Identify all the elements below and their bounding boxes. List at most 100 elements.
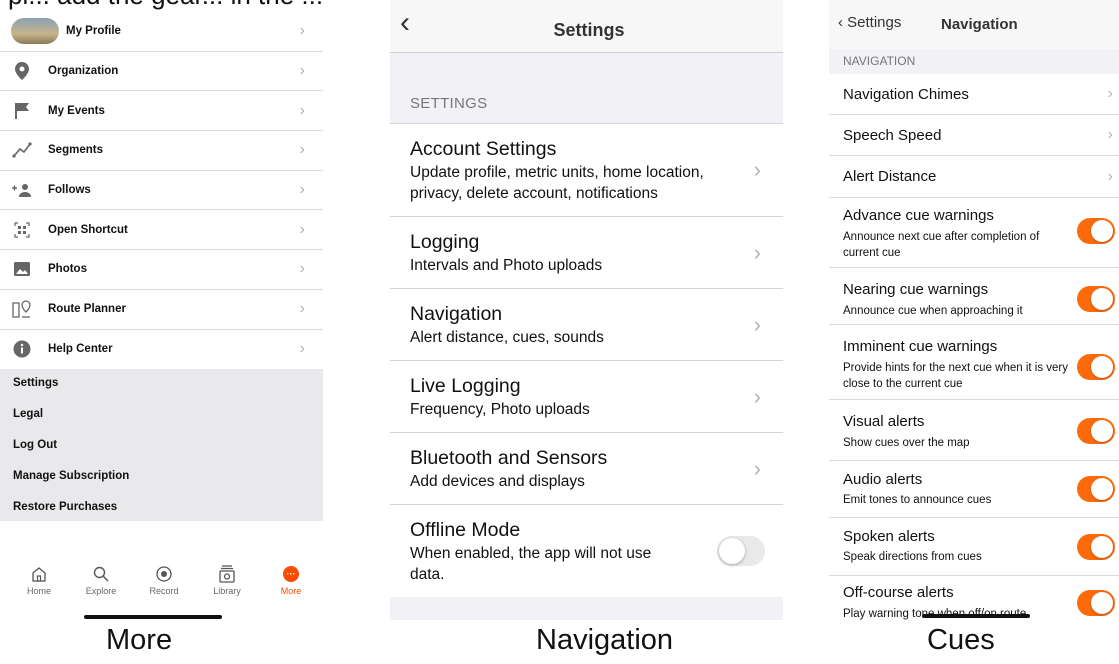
back-label: Settings (847, 14, 902, 31)
row-title: Off-course alerts (843, 584, 954, 601)
cues-row-speech-speed[interactable]: Speech Speed › (829, 115, 1119, 156)
page-title: Settings (553, 20, 625, 40)
more-item-label: Route Planner (48, 303, 126, 316)
navigation-cues-screen: ‹ Settings Navigation NAVIGATION Navigat… (829, 0, 1119, 625)
more-item-label: Segments (48, 144, 103, 157)
row-title: Alert Distance (843, 168, 937, 185)
record-icon (134, 564, 194, 584)
nearing-cue-toggle[interactable] (1077, 286, 1115, 312)
more-item-organization[interactable]: Organization › (0, 51, 323, 92)
chevron-right-icon: › (299, 260, 305, 278)
cues-row-imminent-warnings: Imminent cue warnings Provide hints for … (829, 325, 1119, 400)
cues-row-spoken-alerts: Spoken alerts Speak directions from cues (829, 518, 1119, 576)
more-item-label: Photos (48, 263, 87, 276)
row-title: Speech Speed (843, 127, 942, 144)
row-title: Visual alerts (843, 413, 925, 430)
advance-cue-toggle[interactable] (1077, 218, 1115, 244)
tab-explore[interactable]: Explore (71, 564, 131, 596)
more-item-my-profile[interactable]: My Profile › (0, 12, 323, 52)
nav-bar: ‹ Settings Navigation (829, 0, 1119, 49)
home-indicator (922, 614, 1030, 618)
more-item-label: Open Shortcut (48, 223, 128, 236)
tab-label: Home (26, 586, 51, 596)
settings-row-navigation[interactable]: Navigation Alert distance, cues, sounds … (390, 288, 783, 360)
legal-link[interactable]: Legal (13, 408, 43, 420)
imminent-cue-toggle[interactable] (1077, 354, 1115, 380)
location-pin-icon (11, 60, 33, 82)
row-subtitle: Speak directions from cues (843, 551, 982, 563)
settings-row-account[interactable]: Account Settings Update profile, metric … (390, 123, 783, 216)
tab-home[interactable]: Home (9, 564, 69, 596)
more-item-label: My Profile (66, 25, 121, 38)
settings-row-bluetooth[interactable]: Bluetooth and Sensors Add devices and di… (390, 432, 783, 504)
manage-subscription-link[interactable]: Manage Subscription (13, 470, 129, 482)
restore-purchases-link[interactable]: Restore Purchases (13, 501, 117, 513)
tab-label: Library (213, 586, 241, 596)
settings-row-live-logging[interactable]: Live Logging Frequency, Photo uploads › (390, 360, 783, 432)
tab-library[interactable]: Library (197, 564, 257, 596)
log-out-link[interactable]: Log Out (13, 439, 57, 451)
chevron-right-icon: › (299, 300, 305, 318)
audio-alerts-toggle[interactable] (1077, 476, 1115, 502)
tab-label: More (280, 586, 302, 596)
cues-row-advance-warnings: Advance cue warnings Announce next cue a… (829, 198, 1119, 268)
chevron-right-icon: › (1107, 167, 1113, 185)
flag-icon (11, 100, 33, 122)
qr-code-icon (11, 219, 33, 241)
row-subtitle: Announce next cue after completion of cu… (843, 231, 1040, 259)
more-item-open-shortcut[interactable]: Open Shortcut › (0, 210, 323, 251)
chevron-right-icon: › (299, 141, 305, 159)
row-subtitle: Show cues over the map (843, 437, 970, 449)
spoken-alerts-toggle[interactable] (1077, 534, 1115, 560)
tab-label: Record (149, 586, 179, 596)
settings-row-logging[interactable]: Logging Intervals and Photo uploads › (390, 216, 783, 288)
row-title: Nearing cue warnings (843, 281, 989, 298)
bottom-tab-bar: Home Explore Record Library ··· More (0, 560, 323, 610)
more-item-my-events[interactable]: My Events › (0, 91, 323, 132)
row-title: Offline Mode (410, 519, 521, 541)
secondary-menu: Settings Legal Log Out Manage Subscripti… (0, 369, 323, 521)
row-title: Audio alerts (843, 471, 923, 488)
chevron-right-icon: › (299, 181, 305, 199)
more-item-follows[interactable]: Follows › (0, 170, 323, 211)
chevron-right-icon: › (1107, 126, 1113, 143)
offline-mode-toggle[interactable] (717, 536, 765, 566)
settings-screen: ‹ Settings SETTINGS Account Settings Upd… (390, 0, 783, 620)
settings-link[interactable]: Settings (13, 377, 58, 389)
row-subtitle: Emit tones to announce cues (843, 494, 992, 506)
chevron-left-icon: ‹ (838, 14, 843, 31)
section-header: NAVIGATION (829, 49, 1119, 74)
row-subtitle: Intervals and Photo uploads (410, 257, 603, 274)
more-screen: pl... add the gear... in the ... My ... … (0, 0, 323, 664)
row-title: Bluetooth and Sensors (410, 447, 608, 469)
row-title: Live Logging (410, 375, 521, 397)
back-button[interactable]: ‹ Settings (838, 14, 901, 31)
chevron-right-icon: › (753, 311, 761, 337)
caption-more: More (106, 624, 173, 656)
tab-record[interactable]: Record (134, 564, 194, 596)
info-icon (11, 338, 33, 360)
more-item-label: Organization (48, 65, 119, 78)
chevron-right-icon: › (299, 62, 305, 80)
cues-row-navigation-chimes[interactable]: Navigation Chimes › (829, 74, 1119, 115)
home-icon (9, 564, 69, 584)
tab-more[interactable]: ··· More (261, 564, 321, 596)
section-header: SETTINGS (410, 95, 488, 112)
more-item-segments[interactable]: Segments › (0, 131, 323, 171)
page-title: Navigation (941, 16, 1018, 33)
off-course-alerts-toggle[interactable] (1077, 590, 1115, 616)
row-title: Logging (410, 231, 480, 253)
cues-row-alert-distance[interactable]: Alert Distance › (829, 156, 1119, 198)
clipped-top-text: pl... add the gear... in the ... My ... … (0, 0, 323, 12)
tab-label: Explore (85, 586, 117, 596)
row-subtitle: When enabled, the app will not use data. (410, 545, 652, 583)
more-item-route-planner[interactable]: Route Planner › (0, 289, 323, 330)
more-item-photos[interactable]: Photos › (0, 250, 323, 290)
more-item-help-center[interactable]: Help Center › (0, 329, 323, 370)
chevron-right-icon: › (299, 340, 305, 358)
chevron-right-icon: › (299, 101, 305, 119)
photo-icon (11, 258, 33, 280)
row-subtitle: Provide hints for the next cue when it i… (843, 362, 1068, 390)
row-title: Account Settings (410, 138, 557, 160)
visual-alerts-toggle[interactable] (1077, 418, 1115, 444)
